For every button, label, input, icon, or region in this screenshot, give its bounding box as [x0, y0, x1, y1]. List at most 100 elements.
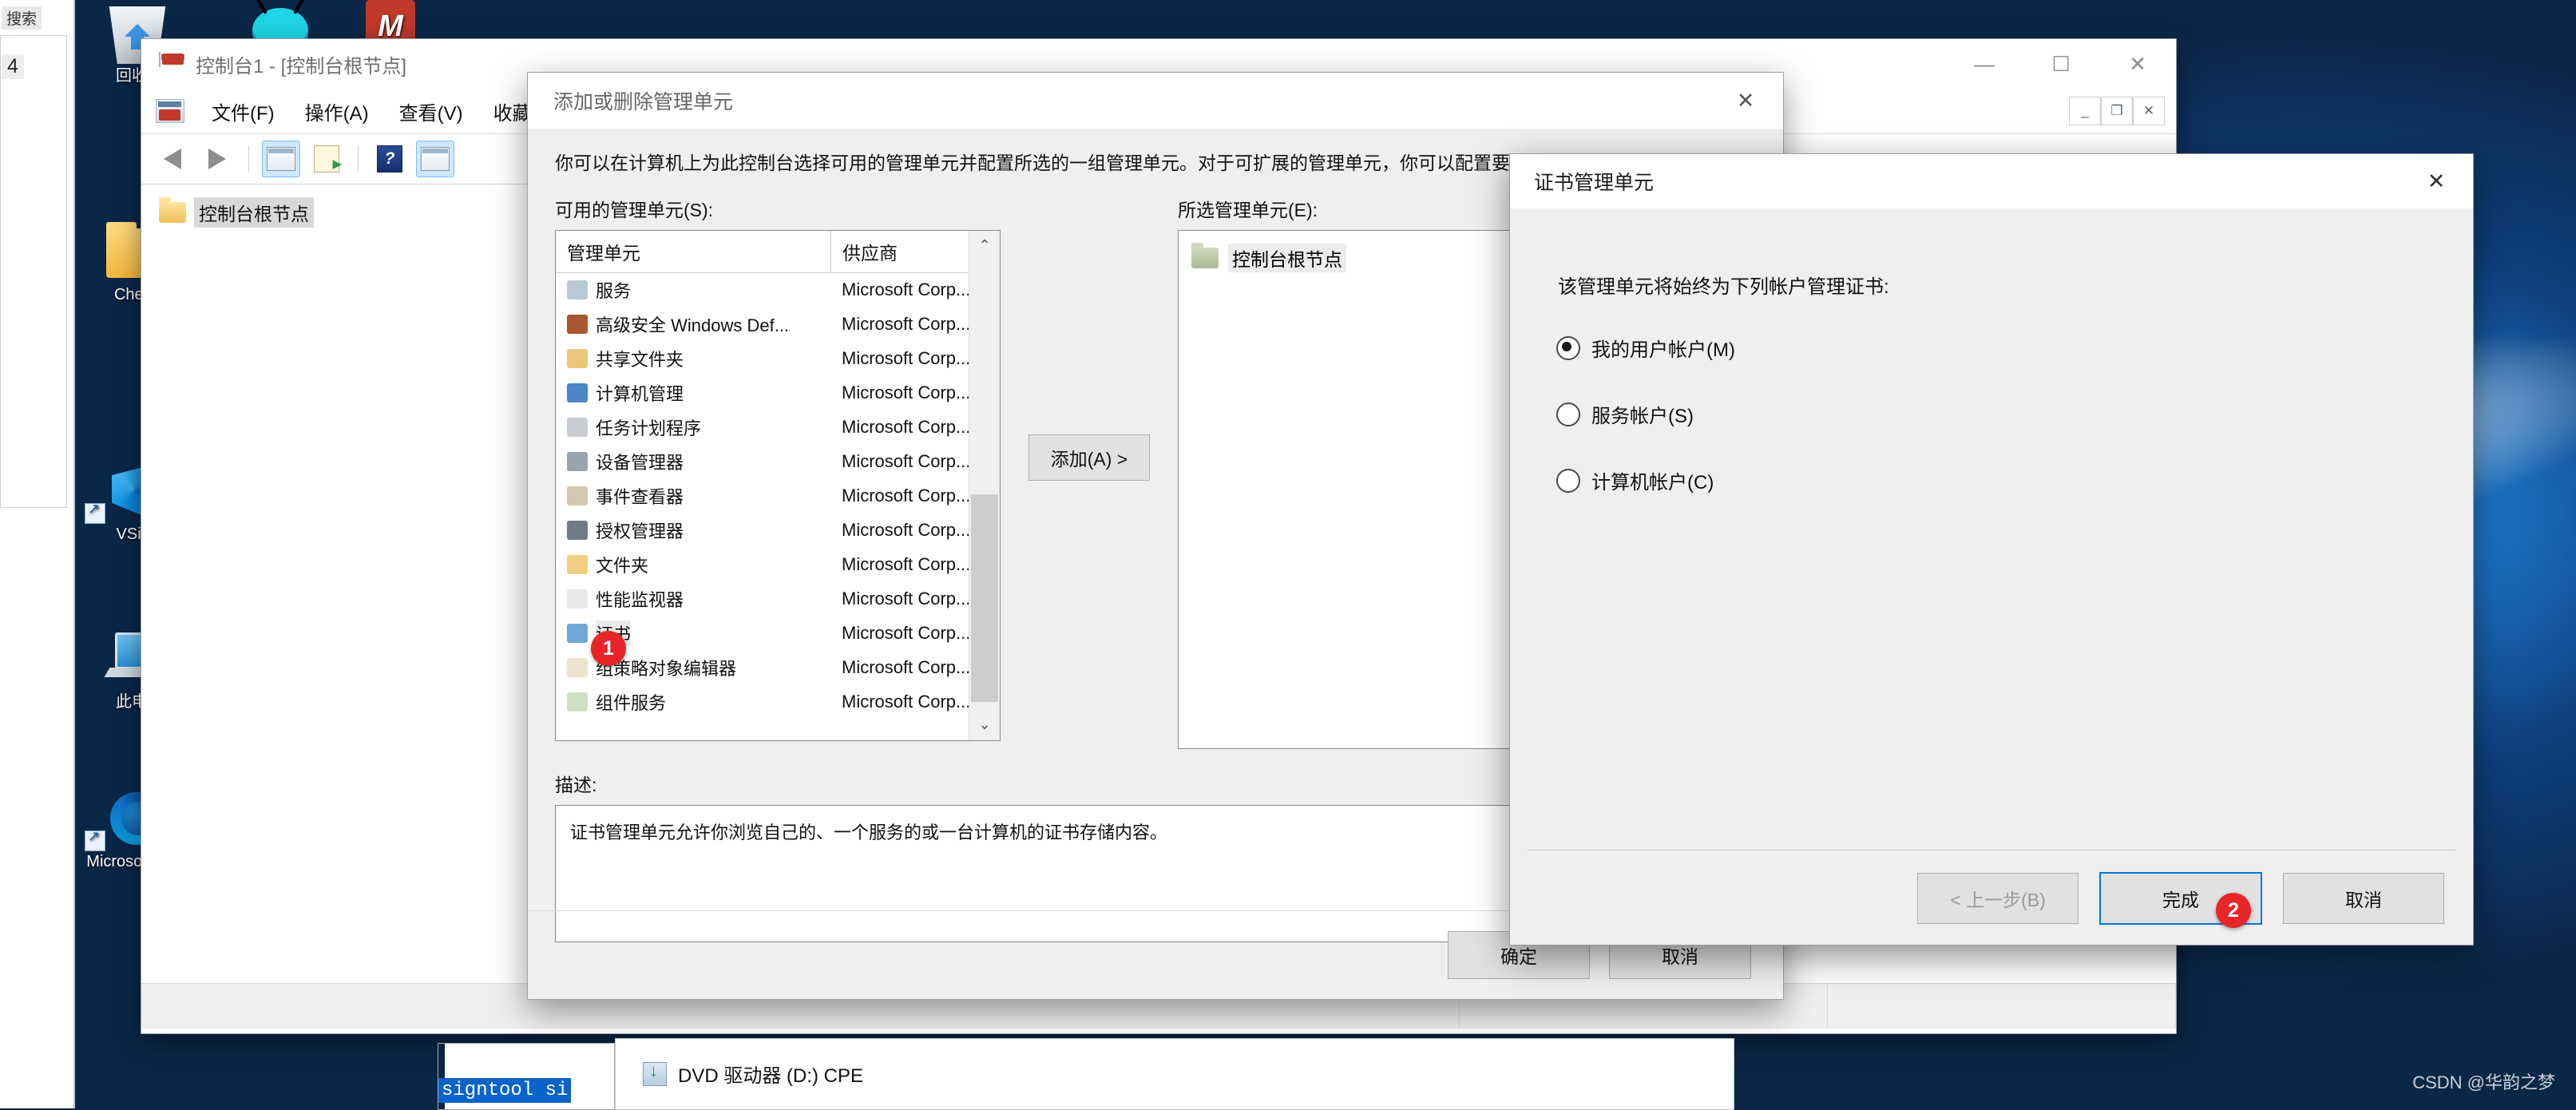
snapin-icon	[567, 692, 588, 712]
snapin-icon	[567, 555, 588, 574]
folder-icon	[159, 197, 186, 223]
maximize-button[interactable]: ☐	[2023, 39, 2099, 89]
left-partial-window: 搜索 4	[0, 0, 75, 1108]
radio-label: 我的用户帐户(M)	[1591, 339, 1735, 361]
toolbar-separator	[248, 145, 249, 172]
table-row[interactable]: 设备管理器 Microsoft Corp...	[556, 445, 1000, 479]
forward-icon[interactable]	[199, 141, 236, 176]
left-window-number: 4	[2, 54, 24, 79]
table-row[interactable]: 组件服务 Microsoft Corp...	[556, 685, 1000, 720]
list-item[interactable]: 控制台根节点	[1179, 239, 1533, 277]
snapin-name-label: 共享文件夹	[596, 350, 684, 370]
selected-snapins-list[interactable]: 控制台根节点	[1178, 229, 1534, 749]
radio-computer-account[interactable]: 计算机帐户(C)	[1556, 466, 2473, 494]
radio-label: 服务帐户(S)	[1591, 406, 1694, 427]
scroll-up-icon[interactable]: ⌃	[969, 231, 1000, 261]
mdi-minimize-button[interactable]: _	[2069, 97, 2101, 125]
radio-label: 计算机帐户(C)	[1591, 472, 1714, 494]
back-button: < 上一步(B)	[1917, 873, 2079, 924]
step-badge-1: 1	[591, 631, 626, 666]
selected-snapin-label: 控制台根节点	[1228, 243, 1346, 272]
dvd-drive-row[interactable]: DVD 驱动器 (D:) CPE	[616, 1039, 1734, 1088]
mmc-tree-pane: 控制台根节点	[141, 184, 589, 983]
snapin-name-cell: 性能监视器	[556, 586, 830, 612]
mmc-app-icon	[159, 52, 186, 75]
snapin-name-cell: 共享文件夹	[556, 346, 830, 371]
menu-item-action[interactable]: 操作(A)	[291, 91, 383, 132]
table-row[interactable]: 授权管理器 Microsoft Corp...	[556, 513, 1000, 548]
scroll-down-icon[interactable]: ⌄	[969, 710, 1000, 740]
back-icon[interactable]	[154, 141, 191, 176]
snapin-name-label: 性能监视器	[596, 590, 684, 610]
available-snapins-section: 可用的管理单元(S): 管理单元 供应商 服务 Microsoft Corp...…	[555, 195, 1001, 749]
close-icon[interactable]: ✕	[1708, 73, 1783, 129]
table-row[interactable]: 任务计划程序 Microsoft Corp...	[556, 410, 1000, 445]
radio-my-user-account[interactable]: 我的用户帐户(M)	[1556, 334, 2473, 362]
mdi-restore-button[interactable]: ❐	[2101, 97, 2133, 125]
column-header-vendor: 供应商	[830, 230, 898, 272]
table-row[interactable]: 文件夹 Microsoft Corp...	[556, 548, 1000, 582]
add-dialog-title: 添加或删除管理单元	[553, 91, 734, 113]
snapin-vendor-cell: Microsoft Corp...	[842, 383, 971, 402]
menu-item-view[interactable]: 查看(V)	[385, 91, 478, 132]
snapin-vendor-cell: Microsoft Corp...	[842, 451, 971, 471]
tree-item-console-root[interactable]: 控制台根节点	[141, 192, 589, 232]
radio-button-icon[interactable]	[1556, 468, 1580, 493]
snapin-name-label: 文件夹	[596, 556, 649, 576]
snapin-vendor-cell: Microsoft Corp...	[842, 348, 971, 368]
status-cell-3	[1828, 984, 2176, 1029]
snapin-icon	[567, 624, 588, 643]
snapin-icon	[567, 452, 588, 471]
close-icon[interactable]: ✕	[2400, 154, 2473, 208]
table-row[interactable]: 性能监视器 Microsoft Corp...	[556, 582, 1000, 616]
table-row[interactable]: 共享文件夹 Microsoft Corp...	[556, 342, 1000, 376]
radio-button-icon[interactable]	[1556, 335, 1580, 360]
radio-service-account[interactable]: 服务帐户(S)	[1556, 400, 2473, 428]
cert-dialog-titlebar[interactable]: 证书管理单元 ✕	[1510, 154, 2473, 208]
snapin-name-label: 任务计划程序	[596, 418, 702, 438]
dvd-drive-label: DVD 驱动器 (D:) CPE	[678, 1065, 864, 1087]
selected-snapins-label: 所选管理单元(E):	[1178, 199, 1318, 220]
snapin-name-label: 组件服务	[596, 693, 667, 713]
snapin-name-cell: 服务	[556, 277, 830, 303]
snapin-name-cell: 事件查看器	[556, 483, 830, 509]
snapin-name-cell: 任务计划程序	[556, 414, 830, 440]
command-prompt-window[interactable]: signtool si	[438, 1043, 615, 1110]
snapin-vendor-cell: Microsoft Corp...	[842, 554, 971, 574]
menu-item-file[interactable]: 文件(F)	[197, 91, 289, 132]
minimize-button[interactable]: —	[1946, 39, 2023, 89]
export-list-icon[interactable]	[308, 141, 345, 176]
cert-dialog-prompt: 该管理单元将始终为下列帐户管理证书:	[1558, 276, 1889, 298]
snapin-name-cell: 组件服务	[556, 689, 830, 715]
mmc-child-icon	[156, 99, 184, 123]
table-row[interactable]: 事件查看器 Microsoft Corp...	[556, 479, 1000, 513]
table-row[interactable]: 高级安全 Windows Def... Microsoft Corp...	[556, 307, 1000, 342]
mmc-window-title: 控制台1 - [控制台根节点]	[196, 55, 407, 77]
close-button[interactable]: ✕	[2099, 39, 2176, 89]
table-row[interactable]: 计算机管理 Microsoft Corp...	[556, 376, 1000, 410]
cancel-button[interactable]: 取消	[2283, 873, 2444, 924]
snapin-icon	[567, 315, 588, 334]
snapin-vendor-cell: Microsoft Corp...	[842, 623, 971, 643]
list-scrollbar[interactable]: ⌃ ⌄	[969, 230, 1000, 740]
mdi-close-button[interactable]: ✕	[2133, 97, 2165, 125]
scrollbar-thumb[interactable]	[971, 494, 998, 702]
add-button-column: 添加(A) >	[1001, 195, 1178, 749]
add-button[interactable]: 添加(A) >	[1028, 434, 1150, 481]
watermark: CSDN @华韵之梦	[2412, 1072, 2555, 1092]
help-icon[interactable]: ?	[371, 141, 408, 176]
show-hide-tree-icon[interactable]	[262, 141, 300, 177]
radio-button-icon[interactable]	[1556, 402, 1580, 426]
dvd-drive-icon	[643, 1060, 667, 1086]
snapin-name-cell: 计算机管理	[556, 380, 830, 406]
snapin-icon	[567, 418, 588, 437]
add-dialog-titlebar[interactable]: 添加或删除管理单元 ✕	[528, 73, 1783, 129]
table-row[interactable]: 服务 Microsoft Corp...	[556, 273, 1000, 307]
dvd-drive-window[interactable]: DVD 驱动器 (D:) CPE	[615, 1038, 1734, 1110]
snapin-name-cell: 设备管理器	[556, 449, 830, 474]
show-action-pane-icon[interactable]	[416, 141, 454, 177]
available-snapins-list[interactable]: 管理单元 供应商 服务 Microsoft Corp... 高级安全 Windows…	[555, 229, 1001, 741]
snapin-icon	[567, 349, 588, 368]
snapin-name-label: 高级安全 Windows Def...	[596, 315, 790, 335]
snapin-name-label: 授权管理器	[596, 521, 684, 541]
